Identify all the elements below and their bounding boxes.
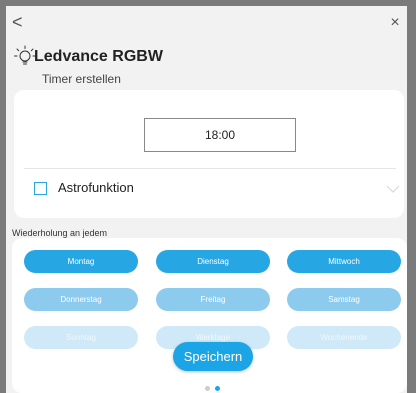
timer-card: 18:00 Astrofunktion [14, 90, 404, 218]
time-input[interactable]: 18:00 [144, 118, 296, 152]
day-button-sonntag[interactable]: Sonntag [24, 326, 138, 349]
page-indicator-dot[interactable] [205, 386, 210, 391]
page-subtitle: Timer erstellen [42, 72, 121, 86]
save-button[interactable]: Speichern [173, 342, 253, 371]
day-button-freitag[interactable]: Freitag [156, 288, 270, 311]
close-button[interactable]: × [387, 14, 403, 32]
chevron-down-icon[interactable] [386, 184, 400, 194]
day-button-samstag[interactable]: Samstag [287, 288, 401, 311]
day-button-wochenende[interactable]: Wochenende [287, 326, 401, 349]
repeat-label: Wiederholung an jedem [12, 228, 108, 238]
day-button-mittwoch[interactable]: Mittwoch [287, 250, 401, 273]
back-button[interactable]: < [12, 12, 28, 32]
close-icon: × [390, 14, 400, 31]
divider [24, 168, 396, 169]
day-button-donnerstag[interactable]: Donnerstag [24, 288, 138, 311]
timer-dialog: < × Ledvance RGBW Timer erstellen 18:00 … [6, 6, 407, 393]
device-title: Ledvance RGBW [34, 48, 163, 65]
astro-label: Astrofunktion [58, 180, 134, 195]
day-button-dienstag[interactable]: Dienstag [156, 250, 270, 273]
astro-checkbox[interactable] [34, 182, 47, 195]
day-button-montag[interactable]: Montag [24, 250, 138, 273]
page-indicator-dot-active[interactable] [215, 386, 220, 391]
back-arrow-icon: < [12, 12, 23, 32]
